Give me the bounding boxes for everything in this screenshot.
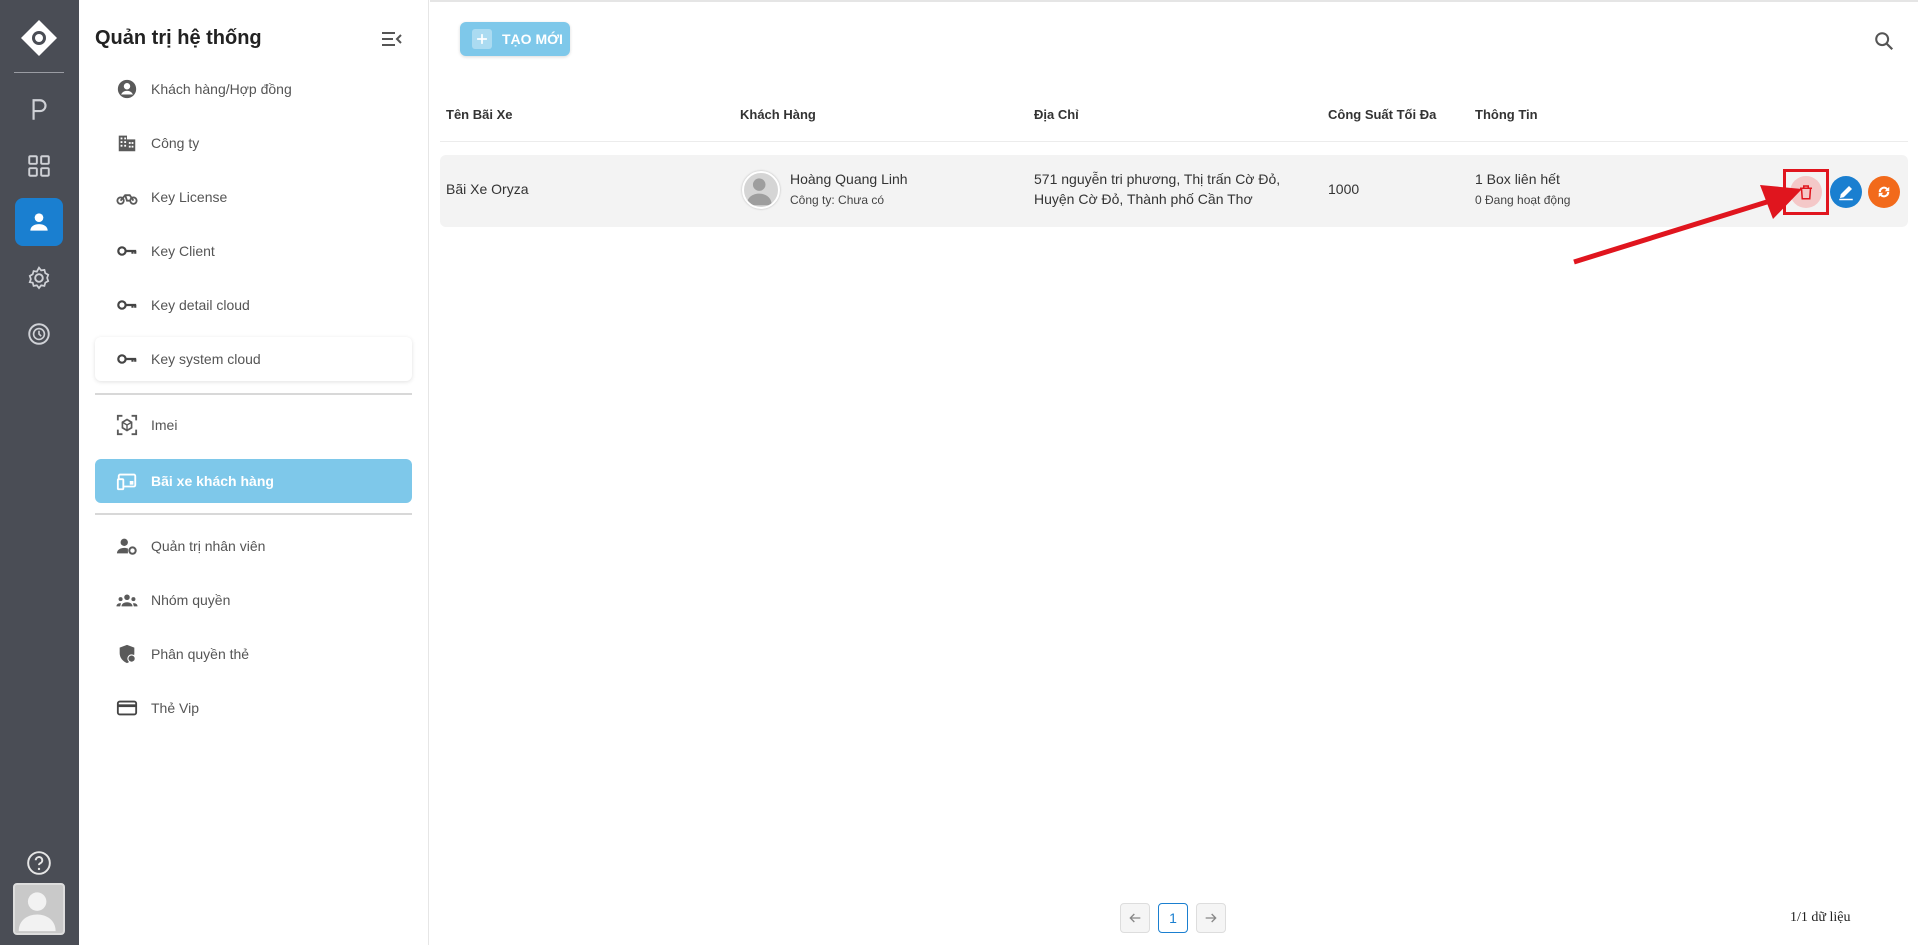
sidebar-item-label: Key system cloud xyxy=(151,351,261,367)
sidebar-item-label: Nhóm quyền xyxy=(151,592,231,608)
sidebar-item-label: Thẻ Vip xyxy=(151,700,199,716)
group-icon xyxy=(115,588,139,612)
user-gear-icon xyxy=(115,534,139,558)
rail-divider xyxy=(14,72,64,73)
sidebar-item-customers-contracts[interactable]: Khách hàng/Hợp đồng xyxy=(95,67,412,111)
table-header: Tên Bãi Xe Khách Hàng Địa Chỉ Công Suất … xyxy=(440,98,1908,142)
pencil-icon xyxy=(1839,186,1853,201)
column-header-customer[interactable]: Khách Hàng xyxy=(740,107,816,122)
key-icon xyxy=(115,347,139,371)
sidebar-item-vip-card[interactable]: Thẻ Vip xyxy=(95,686,412,730)
sidebar-item-staff-admin[interactable]: Quản trị nhân viên xyxy=(95,524,412,568)
sidebar-divider xyxy=(95,513,412,515)
sync-button[interactable] xyxy=(1868,176,1900,208)
rail-dashboard-button[interactable] xyxy=(15,142,63,190)
devices-icon xyxy=(115,469,139,493)
motorbike-icon xyxy=(115,185,139,209)
avatar-placeholder-icon xyxy=(746,178,772,206)
sidebar-item-card-permissions[interactable]: Phân quyền thẻ xyxy=(95,632,412,676)
key-icon xyxy=(115,239,139,263)
create-new-label: TẠO MỚI xyxy=(502,31,563,47)
customer-name: Hoàng Quang Linh xyxy=(790,171,908,187)
scan-cube-icon xyxy=(115,413,139,437)
next-page-button[interactable] xyxy=(1196,903,1226,933)
column-header-parking-name[interactable]: Tên Bãi Xe xyxy=(446,107,512,122)
pagination: 1 xyxy=(1120,902,1234,934)
info-boxes: 1 Box liên hết xyxy=(1475,171,1560,187)
admin-sidebar: Quản trị hệ thống Khách hàng/Hợp đồng Cô… xyxy=(79,0,429,945)
sidebar-item-customer-parking[interactable]: Bãi xe khách hàng xyxy=(95,459,412,503)
sync-icon xyxy=(1878,186,1890,198)
column-header-max-capacity[interactable]: Công Suất Tối Đa xyxy=(1328,107,1436,122)
sidebar-item-label: Key detail cloud xyxy=(151,297,250,313)
column-header-info[interactable]: Thông Tin xyxy=(1475,107,1538,122)
collapse-menu-icon[interactable] xyxy=(381,30,403,48)
max-capacity: 1000 xyxy=(1328,181,1360,197)
info-active: 0 Đang hoạt động xyxy=(1475,193,1571,207)
rail-users-button[interactable] xyxy=(15,198,63,246)
key-icon xyxy=(115,293,139,317)
create-new-button[interactable]: TẠO MỚI xyxy=(460,22,570,56)
sidebar-item-label: Phân quyền thẻ xyxy=(151,646,250,662)
sidebar-item-label: Key Client xyxy=(151,243,215,259)
sidebar-item-label: Bãi xe khách hàng xyxy=(151,473,274,489)
arrow-right-icon xyxy=(1205,913,1217,923)
user-avatar[interactable] xyxy=(13,883,65,935)
sidebar-item-label: Imei xyxy=(151,417,178,433)
edit-button[interactable] xyxy=(1830,176,1862,208)
parking-icon xyxy=(32,99,47,120)
address-line-2: Huyện Cờ Đỏ, Thành phố Cần Thơ xyxy=(1034,191,1253,207)
rail-settings-button[interactable] xyxy=(15,254,63,302)
rail-parking-button[interactable] xyxy=(15,86,63,134)
gear-icon xyxy=(28,266,50,290)
sidebar-divider xyxy=(95,393,412,395)
annotation-arrow-icon xyxy=(1573,185,1802,265)
sidebar-item-label: Công ty xyxy=(151,135,200,151)
user-icon xyxy=(30,213,48,231)
sidebar-item-permission-groups[interactable]: Nhóm quyền xyxy=(95,578,412,622)
sidebar-item-label: Quản trị nhân viên xyxy=(151,538,266,554)
page-number-button[interactable]: 1 xyxy=(1158,903,1188,933)
prev-page-button[interactable] xyxy=(1120,903,1150,933)
record-count: 1/1 dữ liệu xyxy=(1790,910,1851,925)
address-line-1: 571 nguyễn tri phương, Thị trấn Cờ Đỏ, xyxy=(1034,171,1281,187)
sidebar-item-key-license[interactable]: Key License xyxy=(95,175,412,219)
sidebar-item-imei[interactable]: Imei xyxy=(95,403,412,447)
sidebar-item-key-system-cloud[interactable]: Key system cloud xyxy=(95,337,412,381)
account-circle-icon xyxy=(115,77,139,101)
main-content: TẠO MỚI Tên Bãi Xe Khách Hàng Địa Chỉ Cô… xyxy=(430,0,1918,945)
sidebar-title: Quản trị hệ thống xyxy=(95,27,262,49)
search-icon[interactable] xyxy=(1873,30,1895,52)
plus-icon xyxy=(472,29,492,49)
sidebar-item-label: Khách hàng/Hợp đồng xyxy=(151,81,292,97)
customer-company: Công ty: Chưa có xyxy=(790,193,885,207)
sidebar-item-key-detail-cloud[interactable]: Key detail cloud xyxy=(95,283,412,327)
parking-name: Bãi Xe Oryza xyxy=(446,181,529,197)
shield-icon xyxy=(115,642,139,666)
building-icon xyxy=(115,131,139,155)
history-clock-icon xyxy=(28,323,50,345)
dashboard-grid-icon xyxy=(28,155,50,177)
arrow-left-icon xyxy=(1129,913,1141,923)
help-icon[interactable] xyxy=(26,850,52,876)
app-rail xyxy=(0,0,79,945)
rail-history-button[interactable] xyxy=(15,310,63,358)
sidebar-item-company[interactable]: Công ty xyxy=(95,121,412,165)
sidebar-item-label: Key License xyxy=(151,189,228,205)
column-header-address[interactable]: Địa Chỉ xyxy=(1034,107,1079,122)
app-logo-icon[interactable] xyxy=(19,18,59,58)
customer-avatar xyxy=(742,171,780,209)
avatar-placeholder-icon xyxy=(18,892,56,932)
sidebar-item-key-client[interactable]: Key Client xyxy=(95,229,412,273)
credit-card-icon xyxy=(115,696,139,720)
